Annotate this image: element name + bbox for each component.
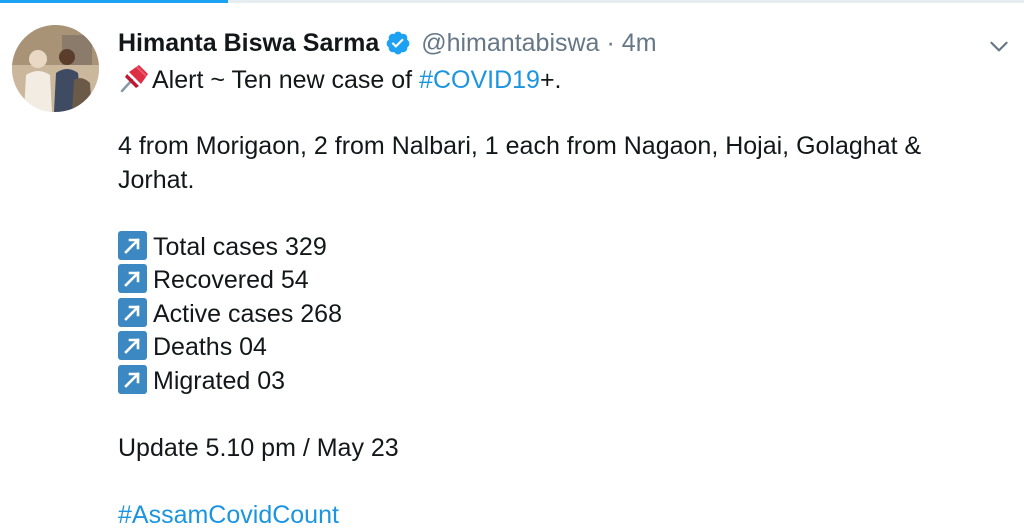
districts-line: 4 from Morigaon, 2 from Nalbari, 1 each … xyxy=(118,130,998,164)
hashtag-covid19-link[interactable]: #COVID19 xyxy=(419,66,540,94)
stat-migrated: Migrated 03 xyxy=(153,367,285,395)
alert-line: Alert ~ Ten new case of #COVID19+. xyxy=(118,63,998,97)
blank-line xyxy=(118,197,998,231)
stat-deaths: Deaths 04 xyxy=(153,333,267,361)
districts-line-cont: Jorhat. xyxy=(118,164,998,198)
stat-line: Total cases 329 xyxy=(118,231,998,265)
up-right-arrow-icon xyxy=(118,298,147,327)
pushpin-icon xyxy=(118,63,150,93)
verified-badge-icon xyxy=(385,30,411,56)
update-line: Update 5.10 pm / May 23 xyxy=(118,432,998,466)
up-right-arrow-icon xyxy=(118,264,147,293)
separator-dot: · xyxy=(606,29,614,58)
user-handle[interactable]: @himantabiswa xyxy=(421,29,599,58)
blank-line xyxy=(118,398,998,432)
blank-line xyxy=(118,465,998,499)
tweet-text: Alert ~ Ten new case of #COVID19+. 4 fro… xyxy=(118,63,998,532)
alert-suffix: +. xyxy=(540,66,562,94)
tweet[interactable]: Himanta Biswa Sarma @himantabiswa · 4m xyxy=(0,3,1024,524)
hashtag-assamcovidcount-link[interactable]: #AssamCovidCount xyxy=(118,501,339,529)
stat-line: Migrated 03 xyxy=(118,365,998,399)
tweet-header: Himanta Biswa Sarma @himantabiswa · 4m xyxy=(118,27,657,59)
up-right-arrow-icon xyxy=(118,231,147,260)
up-right-arrow-icon xyxy=(118,365,147,394)
stat-line: Recovered 54 xyxy=(118,264,998,298)
stat-line: Deaths 04 xyxy=(118,331,998,365)
tweet-timestamp[interactable]: 4m xyxy=(622,29,657,58)
blank-line xyxy=(118,97,998,131)
user-name[interactable]: Himanta Biswa Sarma xyxy=(118,29,379,58)
stat-line: Active cases 268 xyxy=(118,298,998,332)
stat-total: Total cases 329 xyxy=(153,233,327,261)
up-right-arrow-icon xyxy=(118,331,147,360)
stat-active: Active cases 268 xyxy=(153,300,342,328)
chevron-down-icon[interactable] xyxy=(986,33,1012,59)
hashtag-line: #AssamCovidCount xyxy=(118,499,998,532)
stat-recovered: Recovered 54 xyxy=(153,266,309,294)
avatar[interactable] xyxy=(12,25,99,112)
alert-text: Alert ~ Ten new case of xyxy=(152,66,419,94)
